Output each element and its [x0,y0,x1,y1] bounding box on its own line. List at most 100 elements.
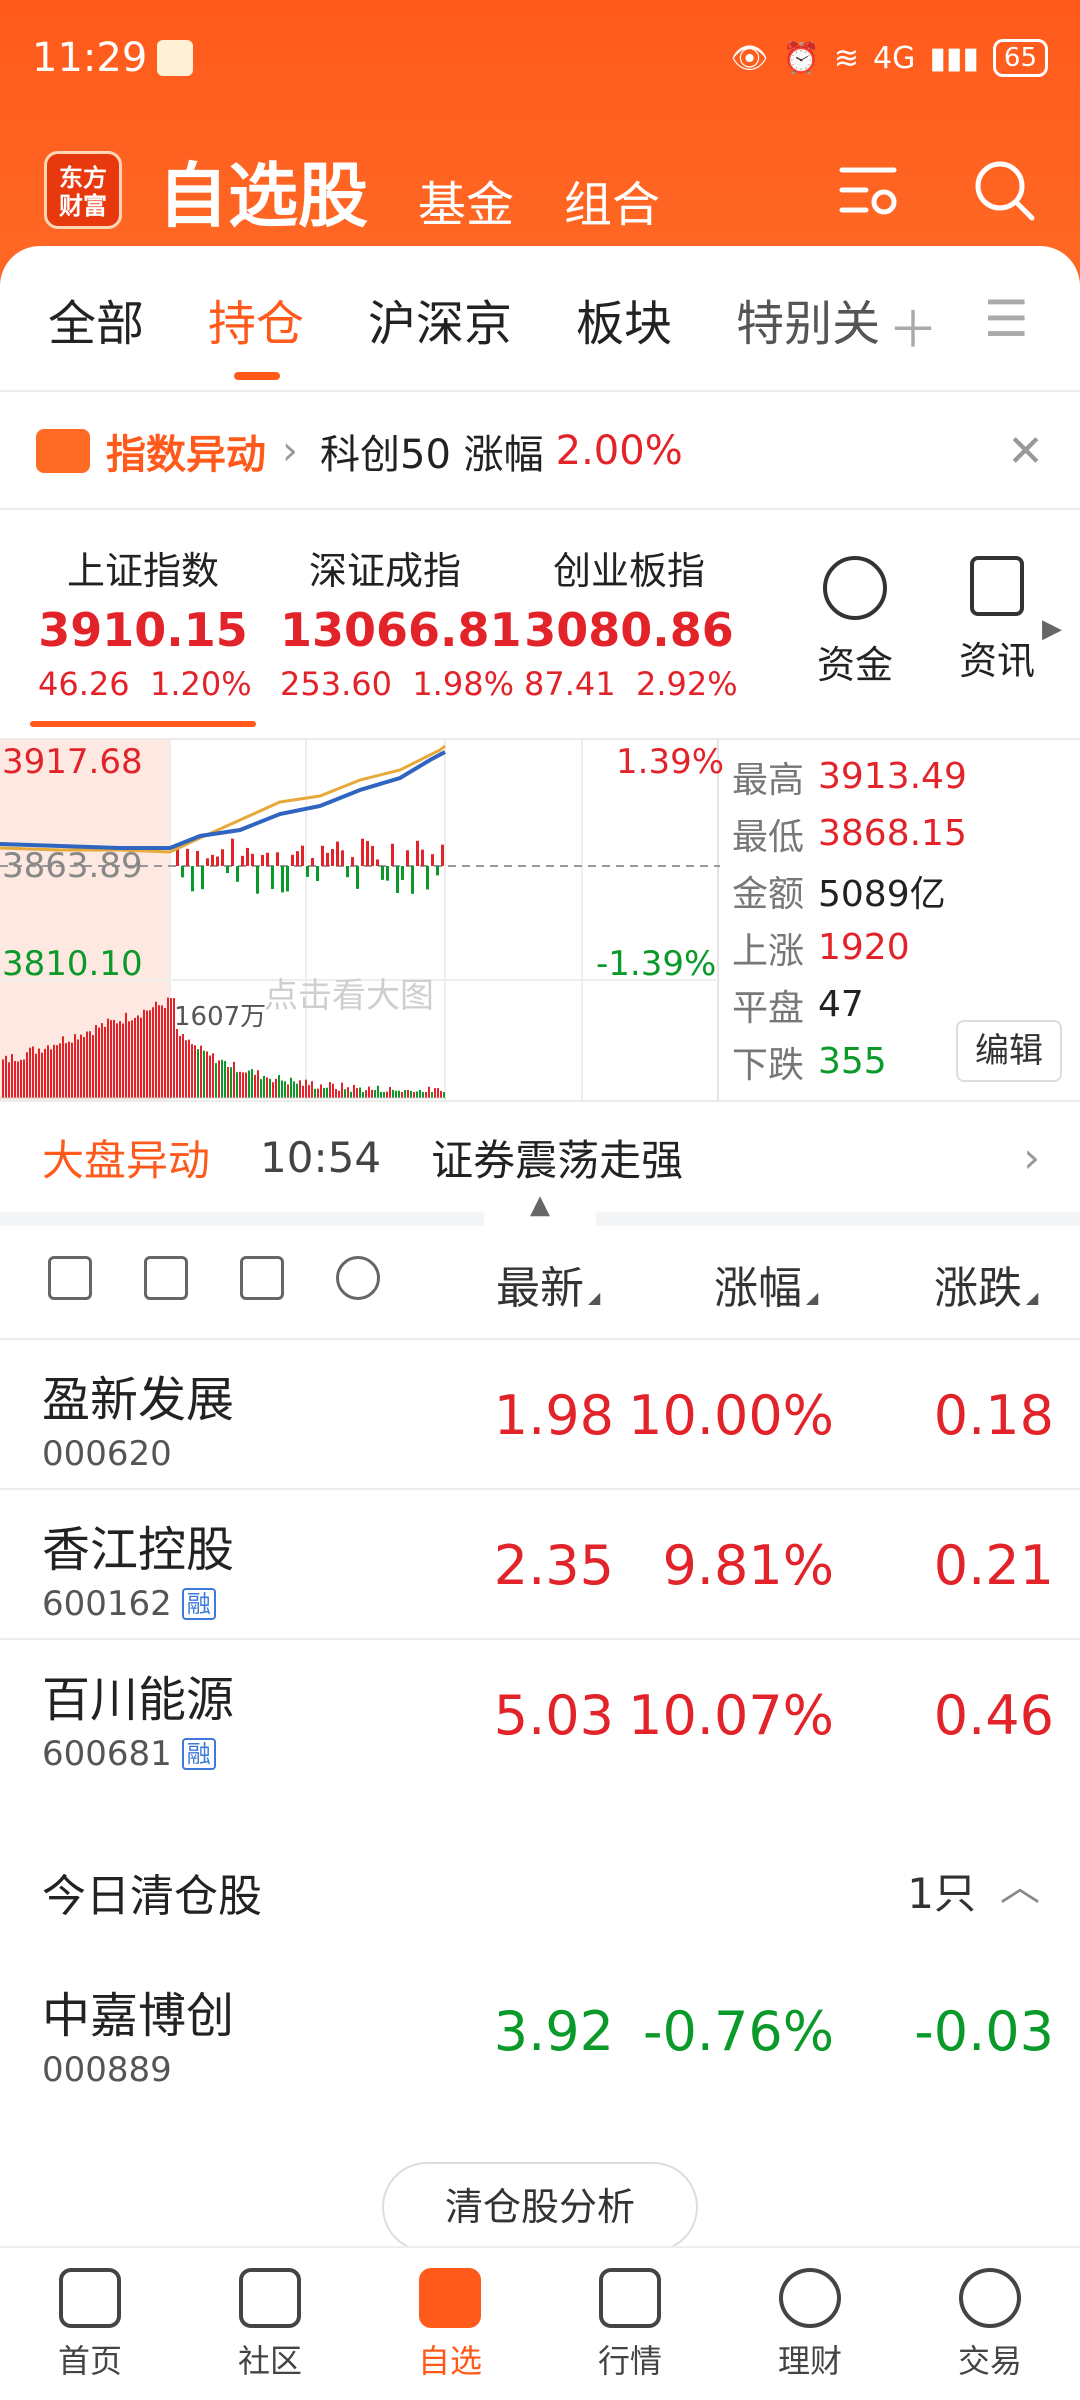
app-logo[interactable]: 东方 财富 [44,151,122,229]
nav-home[interactable]: 首页 [0,2248,180,2400]
stock-row[interactable]: 中嘉博创 000889 3.92 -0.76% -0.03 [0,1956,1080,2106]
volume-bar [89,1031,91,1098]
card-view-icon[interactable] [48,1256,92,1300]
breadth-bar [246,847,249,866]
stock-change: 0.21 [933,1534,1054,1597]
index-alert-banner[interactable]: 指数异动 › 科创50 涨幅 2.00% ✕ [0,392,1080,510]
chart-trend-icon [36,429,90,473]
tab-holdings[interactable]: 持仓 [208,284,304,380]
volume-bar [134,1017,136,1098]
volume-bar [182,1034,184,1098]
index-shenzhen[interactable]: 深证成指 13066.81 253.60 1.98% [280,540,522,703]
volume-bar [407,1089,409,1098]
menu-icon[interactable]: ☰ [984,290,1029,348]
volume-bar [23,1059,25,1098]
collapse-chevron-icon[interactable]: ▲ [484,1190,596,1226]
volume-bar [212,1053,214,1098]
news-shortcut[interactable]: 资讯 [942,556,1052,685]
tab-sh-sz-bj[interactable]: 沪深京 [368,284,512,354]
column-pct-change[interactable]: 涨幅 [714,1252,818,1316]
cleared-section-header[interactable]: 今日清仓股 1只 ︿ [0,1820,1080,1956]
breadth-bar [321,845,324,866]
capital-flow-shortcut[interactable]: 资金 [800,556,910,689]
volume-bar [107,1018,109,1098]
scroll-right-icon[interactable]: ▶ [1042,614,1062,644]
close-icon[interactable]: ✕ [1007,426,1044,477]
shortcut-label: 资金 [816,643,893,687]
volume-bar [263,1075,265,1098]
column-latest[interactable]: 最新 [496,1252,600,1316]
intraday-chart[interactable]: 3917.68 3863.89 3810.10 1.39% -1.39% 160… [0,740,724,1100]
volume-bar [386,1091,388,1098]
volume-bar [305,1079,307,1098]
wealth-icon [779,2268,841,2328]
stock-row[interactable]: 香江控股 600162 融 2.35 9.81% 0.21 [0,1490,1080,1640]
add-tab-icon[interactable]: ＋ [888,290,938,362]
stock-change: 0.46 [933,1684,1054,1747]
column-change[interactable]: 涨跌 [934,1252,1038,1316]
list-view-icon[interactable] [240,1256,284,1300]
volume-bar [410,1090,412,1098]
breadth-bar [371,845,374,866]
volume-bar [137,1015,139,1098]
stock-code: 000620 [42,1434,172,1474]
tab-fund[interactable]: 基金 [418,165,514,235]
tab-portfolio[interactable]: 组合 [564,165,660,235]
grid-view-icon[interactable] [144,1256,188,1300]
volume-bar [335,1089,337,1098]
stock-row[interactable]: 盈新发展 000620 1.98 10.00% 0.18 [0,1340,1080,1490]
tab-sectors[interactable]: 板块 [576,284,672,354]
cleared-analysis-button[interactable]: 清仓股分析 [382,2162,698,2252]
battery-indicator: 65 [992,39,1048,77]
market-move-time: 10:54 [260,1132,382,1182]
volume-bar [176,1028,178,1098]
volume-bar [434,1088,436,1098]
volume-bar [353,1084,355,1098]
breadth-bar [361,838,364,866]
breadth-bar [201,866,204,890]
nav-watchlist[interactable]: 自选 [360,2248,540,2400]
volume-bar [296,1083,298,1098]
breadth-bar [346,866,349,878]
volume-bar [140,1017,142,1098]
volume-bar [203,1050,205,1098]
volume-bar [80,1034,82,1098]
volume-bar [284,1081,286,1098]
stock-pct: -0.76% [642,2000,834,2063]
target-icon[interactable] [336,1256,380,1300]
stat-key: 最低 [732,816,805,858]
volume-bar [26,1052,28,1098]
index-shanghai[interactable]: 上证指数 3910.15 46.26 1.20% [38,540,252,703]
tab-special[interactable]: 特别关 [736,284,880,354]
volume-bar [320,1084,322,1098]
nav-community[interactable]: 社区 [180,2248,360,2400]
yuan-flow-icon [823,556,887,620]
nav-label: 社区 [237,2342,302,2380]
volume-bar [188,1039,190,1098]
volume-bar [248,1070,250,1098]
volume-bar [98,1027,100,1098]
nav-wealth[interactable]: 理财 [720,2248,900,2400]
volume-bar [122,1023,124,1098]
volume-bar [389,1086,391,1098]
volume-bar [404,1089,406,1098]
nav-trade[interactable]: 交易 [900,2248,1080,2400]
stock-row[interactable]: 百川能源 600681 融 5.03 10.07% 0.46 [0,1640,1080,1790]
volume-bar [272,1082,274,1098]
search-icon[interactable] [972,158,1036,222]
breadth-bar [251,853,254,866]
edit-button[interactable]: 编辑 [956,1020,1062,1082]
volume-bar [233,1061,235,1098]
nav-market[interactable]: 行情 [540,2248,720,2400]
breadth-bar [306,866,309,877]
market-move-label: 大盘异动 [42,1135,211,1185]
index-chinext[interactable]: 创业板指 3080.86 87.41 2.92% [524,540,738,703]
volume-bar [116,1023,118,1098]
chart-volume-label: 1607万 [174,1002,267,1032]
market-chart-icon [599,2268,661,2328]
stat-key: 下跌 [732,1044,805,1086]
settings-list-icon[interactable] [838,162,902,218]
stock-price: 2.35 [493,1534,614,1597]
volume-bar [38,1048,40,1098]
tab-all[interactable]: 全部 [48,284,144,354]
